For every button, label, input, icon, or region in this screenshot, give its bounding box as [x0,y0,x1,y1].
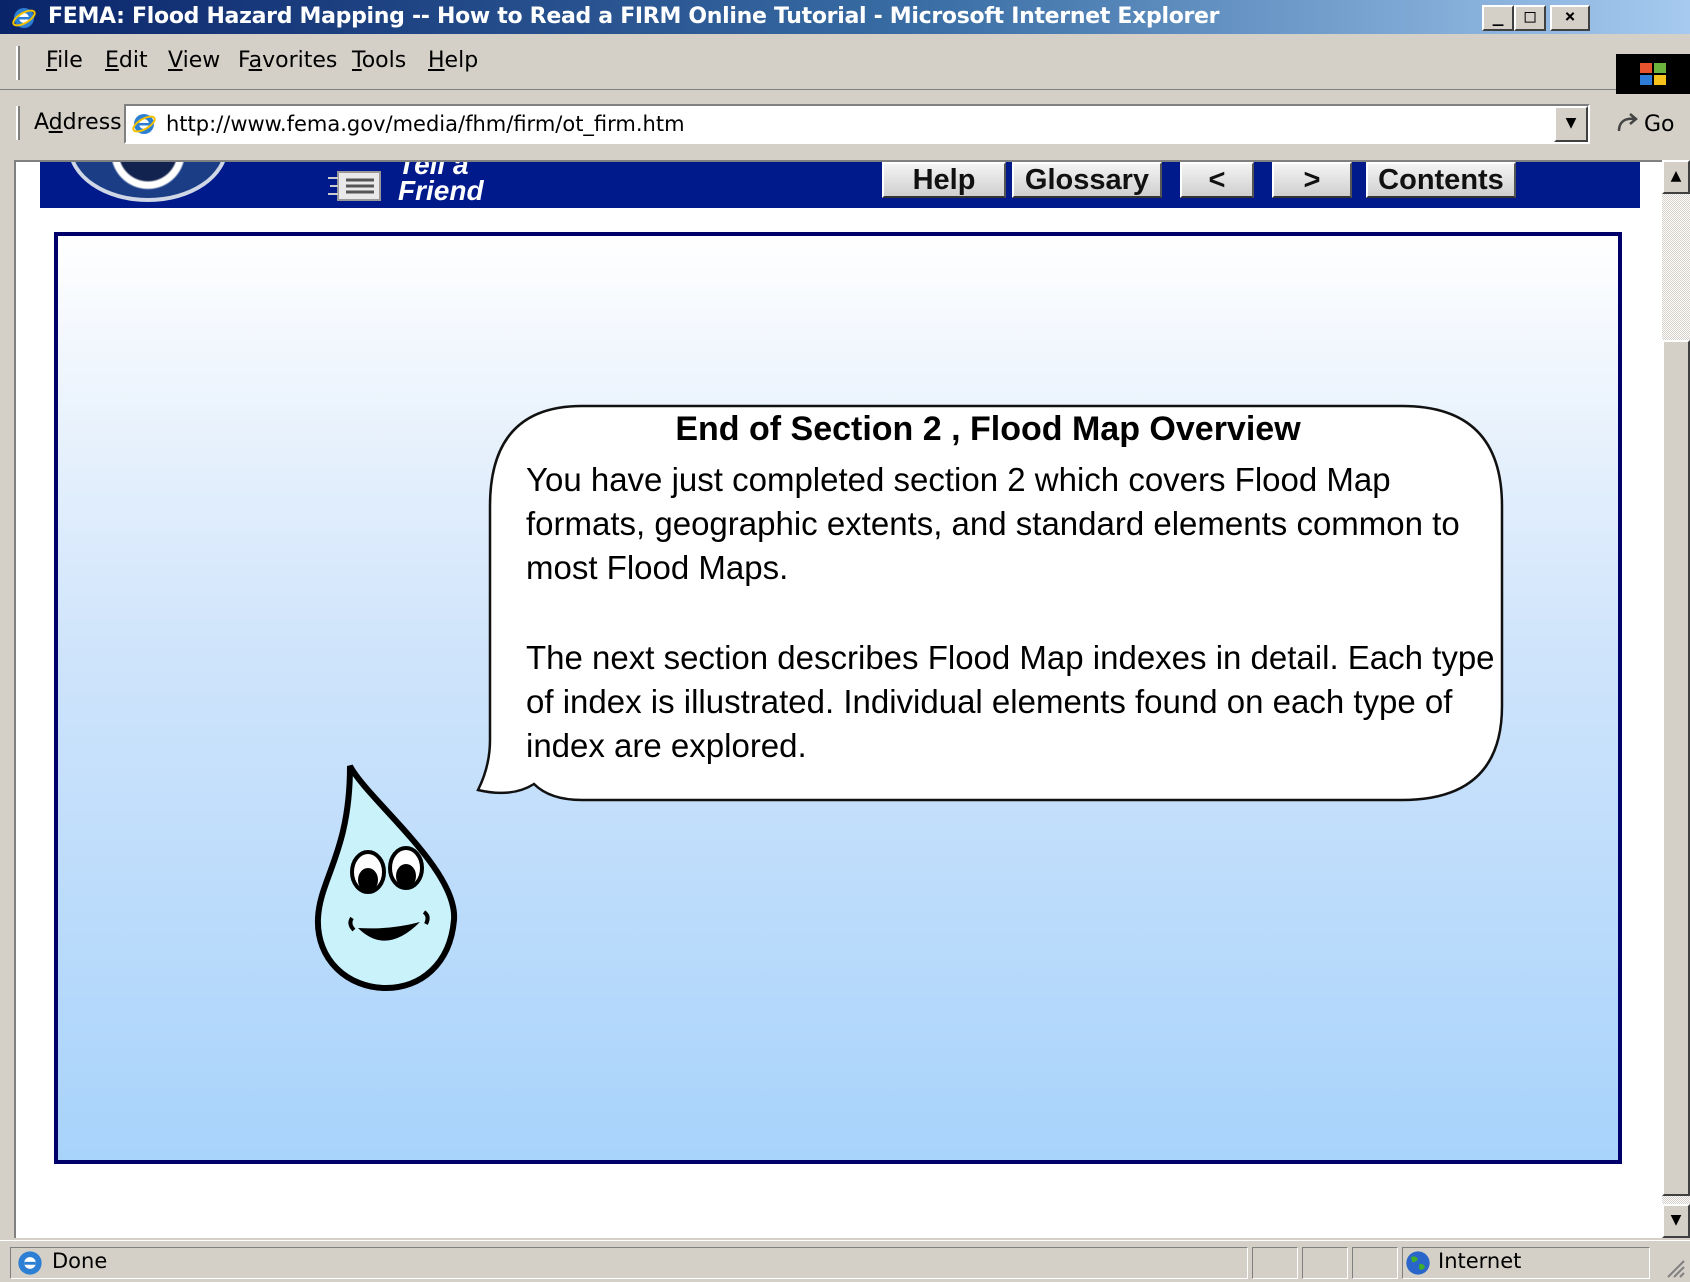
next-section-text: The next section describes Flood Map ind… [526,639,1495,764]
minimize-button[interactable]: _ [1482,5,1514,31]
status-text: Done [52,1249,108,1273]
help-button[interactable]: Help [882,162,1006,198]
menu-help[interactable]: Help [428,48,478,73]
menu-edit[interactable]: Edit [105,48,148,73]
lesson-frame: End of Section 2 , Flood Map Overview Yo… [54,232,1622,1164]
toolbar-grip[interactable] [16,106,20,140]
go-label: Go [1644,111,1675,137]
security-zone-label: Internet [1438,1249,1522,1273]
scroll-thumb[interactable] [1662,340,1690,1196]
previous-button[interactable]: < [1180,162,1254,198]
address-input[interactable]: http://www.fema.gov/media/fhm/firm/ot_fi… [124,104,1590,144]
page-viewport: Tell a Friend Help Glossary < > Contents… [14,160,1662,1238]
tell-a-friend-link[interactable]: Tell a Friend [398,162,498,205]
tell-a-friend-icon[interactable] [328,168,388,204]
page-icon [132,114,156,134]
address-bar: Address http://www.fema.gov/media/fhm/fi… [0,96,1690,156]
status-panel [1352,1247,1398,1279]
go-button[interactable]: Go [1614,106,1675,142]
address-url: http://www.fema.gov/media/fhm/firm/ot_fi… [166,112,685,136]
resize-grip-icon[interactable] [1662,1255,1686,1279]
title-bar: FEMA: Flood Hazard Mapping -- How to Rea… [0,0,1690,34]
menu-tools[interactable]: Tools [352,48,406,73]
status-bar: Done Internet [0,1240,1690,1282]
menu-favorites[interactable]: Favorites [238,48,337,73]
window-title: FEMA: Flood Hazard Mapping -- How to Rea… [48,4,1220,29]
go-arrow-icon [1617,113,1638,132]
status-panel [1302,1247,1348,1279]
water-drop-mascot-icon [314,764,458,992]
contents-button[interactable]: Contents [1366,162,1516,198]
next-button[interactable]: > [1272,162,1352,198]
menu-view[interactable]: View [168,48,220,73]
internet-globe-icon [1406,1251,1430,1275]
section-end-title: End of Section 2 , Flood Map Overview [675,410,1301,448]
windows-flag-icon [1640,63,1666,85]
status-text-panel [10,1247,1248,1279]
scroll-up-button[interactable]: ▲ [1662,160,1690,194]
status-panel [1252,1247,1298,1279]
windows-logo-throbber [1616,54,1690,94]
close-button[interactable]: × [1550,5,1590,31]
menu-bar: File Edit View Favorites Tools Help [0,34,1690,90]
address-label: Address [34,110,122,135]
section-summary-text: You have just completed section 2 which … [526,461,1460,586]
internet-explorer-icon [12,8,36,28]
speech-bubble [476,404,1504,802]
menu-file[interactable]: File [46,48,83,73]
address-dropdown-button[interactable]: ▼ [1554,106,1588,142]
fema-header-bar: Tell a Friend Help Glossary < > Contents [40,162,1640,208]
fema-seal-logo [68,162,228,202]
glossary-button[interactable]: Glossary [1012,162,1162,198]
maximize-button[interactable]: □ [1514,5,1546,31]
scroll-down-button[interactable]: ▼ [1662,1204,1690,1238]
vertical-scrollbar[interactable]: ▲ ▼ [1662,160,1690,1238]
toolbar-grip[interactable] [16,46,20,80]
